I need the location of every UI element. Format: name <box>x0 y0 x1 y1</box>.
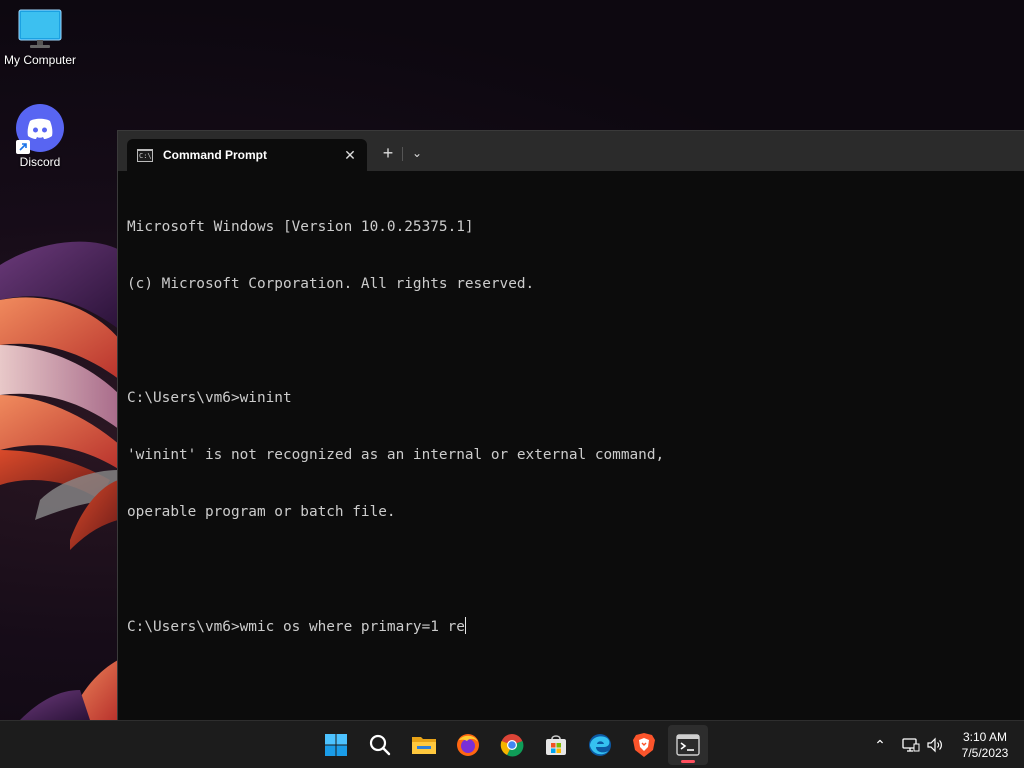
console-line: (c) Microsoft Corporation. All rights re… <box>127 276 535 292</box>
clock-time: 3:10 AM <box>962 730 1008 744</box>
text-cursor <box>464 617 466 634</box>
microsoft-store-button[interactable] <box>536 725 576 765</box>
tab-dropdown-chevron-icon[interactable]: ⌄ <box>408 143 426 163</box>
chrome-icon <box>500 734 524 757</box>
console-line: operable program or batch file. <box>127 504 396 520</box>
file-explorer-button[interactable] <box>404 725 444 765</box>
close-tab-icon[interactable]: ✕ <box>341 146 359 164</box>
clock-date: 7/5/2023 <box>961 746 1009 760</box>
console-input-text[interactable]: C:\Users\vm6>wmic os where primary=1 re <box>127 619 465 635</box>
search-icon <box>369 734 391 756</box>
desktop-icon-my-computer[interactable]: My Computer <box>0 8 80 67</box>
start-icon <box>325 734 347 756</box>
shortcut-arrow-icon <box>16 140 30 154</box>
terminal-window[interactable]: C:\ Command Prompt ✕ + ⌄ Microsoft Windo… <box>117 130 1024 720</box>
monitor-icon <box>18 8 62 50</box>
search-button[interactable] <box>360 725 400 765</box>
active-app-indicator <box>681 760 695 763</box>
new-tab-button[interactable]: + <box>378 143 398 163</box>
console-line: C:\Users\vm6>winint <box>127 390 292 406</box>
taskbar: ⌃ 3:10 AM 7/5/2023 <box>0 720 1024 768</box>
microsoft-store-icon <box>546 735 566 755</box>
brave-icon <box>633 733 655 757</box>
firefox-button[interactable] <box>448 725 488 765</box>
brave-button[interactable] <box>624 725 664 765</box>
show-hidden-icons-chevron-icon[interactable]: ⌃ <box>868 733 892 757</box>
console-input-line[interactable]: C:\Users\vm6>wmic os where primary=1 re <box>127 617 1014 636</box>
start-button[interactable] <box>316 725 356 765</box>
tab-command-prompt[interactable]: C:\ Command Prompt ✕ <box>127 139 367 171</box>
chrome-button[interactable] <box>492 725 532 765</box>
console-output[interactable]: Microsoft Windows [Version 10.0.25375.1]… <box>127 180 1014 720</box>
volume-icon[interactable] <box>923 733 947 757</box>
edge-icon <box>589 734 611 756</box>
clock[interactable]: 3:10 AM 7/5/2023 <box>950 729 1020 761</box>
desktop-icon-label: My Computer <box>3 53 77 67</box>
edge-button[interactable] <box>580 725 620 765</box>
file-explorer-icon <box>412 737 436 754</box>
terminal-titlebar[interactable]: C:\ Command Prompt ✕ + ⌄ <box>118 131 1024 171</box>
network-icon[interactable] <box>899 733 923 757</box>
discord-icon <box>16 104 64 154</box>
terminal-button[interactable] <box>668 725 708 765</box>
console-line: Microsoft Windows [Version 10.0.25375.1] <box>127 219 474 235</box>
desktop-icon-discord[interactable]: Discord <box>0 104 80 169</box>
desktop-icon-label: Discord <box>19 155 61 169</box>
tab-title: Command Prompt <box>163 148 268 162</box>
tab-divider <box>402 147 403 161</box>
cmd-icon: C:\ <box>137 148 153 162</box>
console-line: 'winint' is not recognized as an interna… <box>127 447 665 463</box>
firefox-icon <box>457 734 479 756</box>
terminal-icon <box>676 734 700 756</box>
